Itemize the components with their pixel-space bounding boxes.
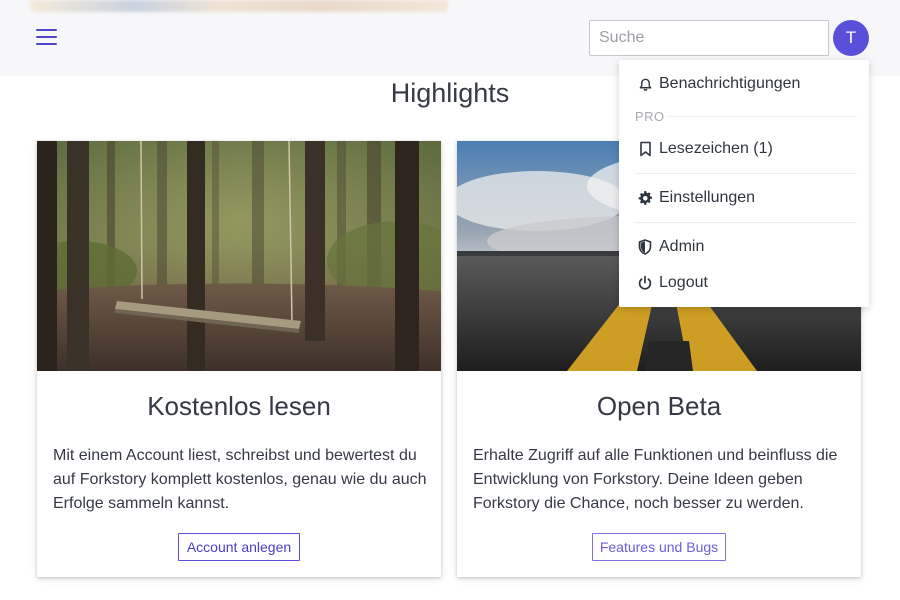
pro-section-label: PRO bbox=[635, 109, 665, 124]
menu-line bbox=[36, 43, 57, 45]
card-free-reading: Kostenlos lesen Mit einem Account liest,… bbox=[37, 141, 441, 577]
search-input[interactable] bbox=[589, 20, 829, 56]
menu-item-notifications[interactable]: Benachrichtigungen bbox=[619, 70, 869, 98]
gear-icon bbox=[637, 190, 653, 206]
divider bbox=[635, 173, 857, 174]
menu-item-bookmarks[interactable]: Lesezeichen (1) bbox=[619, 135, 869, 163]
card-text: Mit einem Account liest, schreibst und b… bbox=[53, 447, 427, 512]
user-avatar[interactable]: T bbox=[833, 20, 869, 56]
user-dropdown-menu: Benachrichtigungen PRO Lesezeichen (1) E… bbox=[619, 60, 869, 307]
hamburger-menu-icon[interactable] bbox=[36, 28, 58, 46]
menu-line bbox=[36, 36, 57, 38]
features-bugs-button[interactable]: Features und Bugs bbox=[592, 533, 726, 561]
card-title: Open Beta bbox=[596, 391, 722, 421]
menu-item-admin[interactable]: Admin bbox=[619, 233, 869, 261]
create-account-button[interactable]: Account anlegen bbox=[178, 533, 300, 561]
menu-item-label: Einstellungen bbox=[659, 189, 756, 206]
divider bbox=[635, 222, 857, 223]
power-icon bbox=[637, 275, 653, 291]
card-text: Erhalte Zugriff auf alle Funktionen und … bbox=[473, 447, 838, 512]
swing-forest-image bbox=[37, 141, 441, 371]
banner-strip bbox=[30, 0, 448, 12]
card-title: Kostenlos lesen bbox=[147, 391, 331, 421]
divider bbox=[669, 116, 857, 117]
menu-item-logout[interactable]: Logout bbox=[619, 269, 869, 297]
menu-item-label: Benachrichtigungen bbox=[659, 75, 801, 92]
menu-item-label: Lesezeichen (1) bbox=[659, 140, 773, 157]
menu-item-label: Logout bbox=[659, 274, 708, 291]
menu-line bbox=[36, 29, 57, 31]
menu-item-settings[interactable]: Einstellungen bbox=[619, 184, 869, 212]
shield-icon bbox=[637, 239, 653, 255]
bell-icon bbox=[637, 76, 653, 92]
bookmark-icon bbox=[637, 141, 653, 157]
page: T Highlights bbox=[0, 0, 900, 600]
menu-item-label: Admin bbox=[659, 238, 705, 255]
